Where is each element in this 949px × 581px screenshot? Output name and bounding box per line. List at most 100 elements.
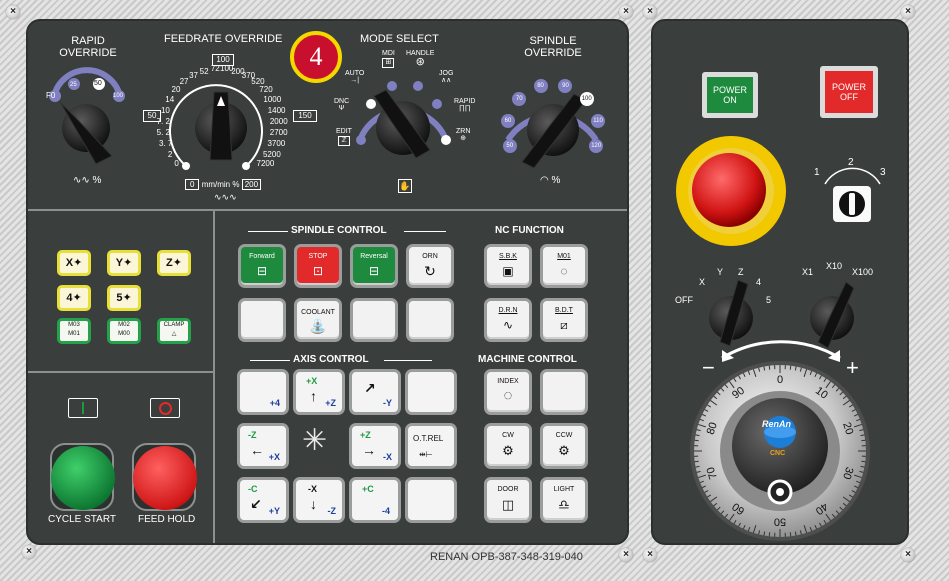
power-off-button[interactable]: POWER OFF <box>820 66 878 118</box>
single-block-button[interactable]: S.B.K ▣ <box>484 244 532 288</box>
feed-scale-mark: 5. 2 <box>156 128 170 138</box>
mode-edit: EDIT ℤ <box>336 128 352 146</box>
axis-key-x[interactable]: X✦ <box>57 250 91 276</box>
panel-model-code: RENAN OPB-387-348-319-040 <box>430 551 583 563</box>
rapid-override-title: RAPID OVERRIDE <box>59 35 117 59</box>
feed-right-value: 150 <box>293 110 317 122</box>
key-switch-mark-2: 2 <box>848 157 854 168</box>
axis-knob-x: X <box>699 277 706 287</box>
spindle-mark: 80 <box>533 78 548 93</box>
tool-ccw-button[interactable]: CCW ⚙ <box>540 423 588 469</box>
jog-minus-x-button[interactable]: -X ↓ -Z <box>293 477 345 523</box>
divider <box>384 360 432 361</box>
handwheel-axis-knob[interactable] <box>708 284 754 346</box>
axis-knob-5: 5 <box>766 295 772 305</box>
blank-key[interactable] <box>238 298 286 342</box>
feed-scale-mark: 5200 <box>262 149 281 159</box>
mode-select-title: MODE SELECT <box>360 33 439 45</box>
index-button[interactable]: INDEX ◌ <box>484 369 532 415</box>
emergency-stop-button[interactable] <box>689 152 771 232</box>
handwheel-minus: − <box>702 355 715 380</box>
jog-plus-c-button[interactable]: +C -4 <box>349 477 401 523</box>
feed-hold-button[interactable] <box>133 446 197 510</box>
feed-hold-indicator <box>150 398 180 418</box>
block-delete-button[interactable]: B.D.T ⧄ <box>540 298 588 342</box>
spindle-unit: ◠ % <box>540 175 561 186</box>
handwheel-step-knob[interactable] <box>810 284 856 346</box>
axis-key-y[interactable]: Y✦ <box>107 250 141 276</box>
mode-zrn: ZRN ⊕ <box>456 128 471 143</box>
spindle-control-title: SPINDLE CONTROL <box>291 225 387 236</box>
m03-key[interactable]: M03 M01 <box>57 318 91 344</box>
dry-run-button[interactable]: D.R.N ∿ <box>484 298 532 342</box>
axis-knob-z: Z <box>738 267 744 277</box>
rotation-icon: ◠ <box>540 175 549 186</box>
rapid-traverse-icon[interactable]: ✳ <box>302 425 327 457</box>
spindle-override-knob[interactable] <box>522 94 588 168</box>
m02-key[interactable]: M02 M00 <box>107 318 141 344</box>
clamp-key[interactable]: CLAMP △ <box>157 318 191 344</box>
feed-scale-mark: 3. 7 <box>158 139 173 149</box>
axis-key-4[interactable]: 4✦ <box>57 285 91 311</box>
step-number-badge: 4 <box>290 31 342 83</box>
jog-minus-z-button[interactable]: -Z ← +X <box>237 423 289 469</box>
feed-scale-mark: 720 <box>259 85 273 95</box>
machine-control-title: MACHINE CONTROL <box>478 354 577 365</box>
spindle-stop-button[interactable]: STOP ⊡ <box>294 244 342 288</box>
mode-auto: AUTO →| <box>345 70 365 85</box>
step-knob-x1: X1 <box>802 267 814 277</box>
spindle-override-title: SPINDLE OVERRIDE <box>524 35 582 59</box>
hand-icon: ✋ <box>398 179 412 193</box>
jog-minus-y-button[interactable]: ↗ -Y <box>349 369 401 415</box>
blank-key[interactable] <box>405 477 457 523</box>
feed-scale-mark: 14 <box>165 94 175 104</box>
key-switch-mark-1: 1 <box>814 167 820 178</box>
key-switch[interactable] <box>833 186 871 222</box>
handwheel-dial[interactable] <box>690 361 870 541</box>
feedrate-override-title: FEEDRATE OVERRIDE <box>164 33 283 45</box>
tool-cw-button[interactable]: CW ⚙ <box>484 423 532 469</box>
rapid-mark-50: 50 <box>94 80 102 87</box>
mode-jog: JOG ∧∧ <box>439 70 454 85</box>
nc-function-title: NC FUNCTION <box>495 225 564 236</box>
jog-plus-z-button[interactable]: +Z → -X <box>349 423 401 469</box>
feedrate-override-knob[interactable] <box>196 92 248 160</box>
power-on-button[interactable]: POWER ON <box>702 72 758 118</box>
door-button[interactable]: DOOR ◫ <box>484 477 532 523</box>
blank-key[interactable] <box>350 298 398 342</box>
step-knob-x100: X100 <box>852 267 874 277</box>
spindle-forward-button[interactable]: Forward ⊟ <box>238 244 286 288</box>
spindle-reversal-button[interactable]: Reversal ⊟ <box>350 244 398 288</box>
axis-key-5[interactable]: 5✦ <box>107 285 141 311</box>
axis-knob-off: OFF <box>675 295 693 305</box>
rapid-mark-25: 25 <box>70 82 77 88</box>
jog-minus-c-button[interactable]: -C ↙ +Y <box>237 477 289 523</box>
jog-plus-x-button[interactable]: +X ↑ +Z <box>293 369 345 415</box>
blank-key[interactable] <box>540 369 588 415</box>
feed-scale-mark: 20 <box>171 85 181 95</box>
handwheel-plus: + <box>846 355 859 380</box>
cycle-start-button[interactable] <box>51 446 115 510</box>
light-button[interactable]: LIGHT ♎ <box>540 477 588 523</box>
coolant-button[interactable]: COOLANT ⛲ <box>294 298 342 342</box>
badge-text: 4 <box>309 42 323 71</box>
feed-scale-mark: 7. 2 <box>156 116 170 126</box>
optional-stop-button[interactable]: M01 ◌ <box>540 244 588 288</box>
overtravel-release-button[interactable]: O.T.REL ⇹⊢ <box>405 423 457 469</box>
blank-key[interactable] <box>406 298 454 342</box>
mode-handle: HANDLE ⊛ <box>406 50 435 69</box>
jog-plus-4-button[interactable]: +4 <box>237 369 289 415</box>
rapid-override-knob[interactable] <box>56 96 116 162</box>
feed-scale-mark: 3700 <box>267 139 286 149</box>
spindle-mark: 50 <box>502 138 517 153</box>
key-switch-mark-3: 3 <box>880 167 886 178</box>
divider <box>248 231 288 232</box>
blank-key[interactable] <box>405 369 457 415</box>
axis-key-z[interactable]: Z✦ <box>157 250 191 276</box>
feed-scale-mark: 1400 <box>267 105 286 115</box>
spindle-orient-button[interactable]: ORN ↻ <box>406 244 454 288</box>
mode-select-knob[interactable] <box>374 90 432 160</box>
feed-scale-mark: 7200 <box>256 159 275 169</box>
wave-icon: ∿∿ <box>73 175 90 186</box>
mode-mdi: MDI ⊞ <box>382 50 395 68</box>
